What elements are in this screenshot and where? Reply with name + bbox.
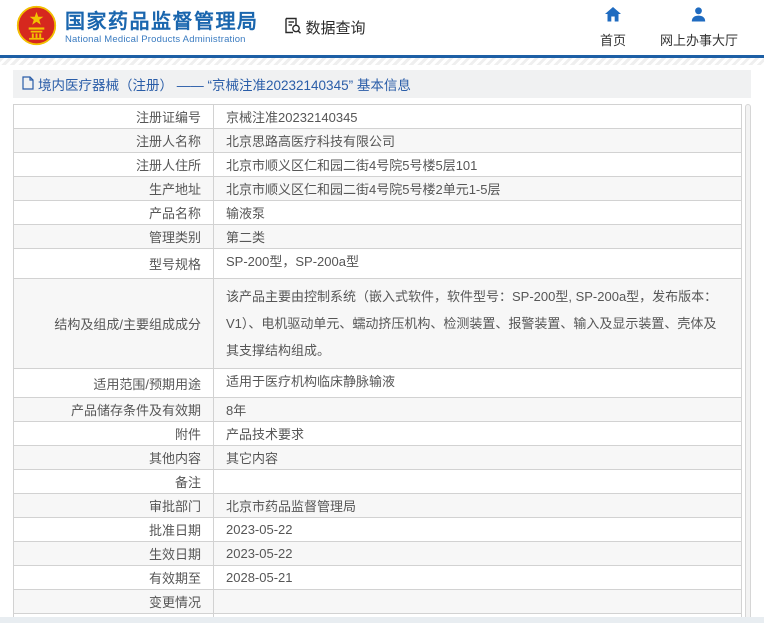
agency-titles: 国家药品监督管理局 National Medical Products Admi… (65, 11, 259, 45)
document-icon (22, 76, 34, 93)
table-row: 其他内容其它内容 (14, 446, 742, 470)
site-header: 国家药品监督管理局 National Medical Products Admi… (0, 0, 764, 58)
header-nav: 首页 网上办事大厅 (600, 7, 752, 49)
table-row: 型号规格SP-200型，SP-200a型 (14, 249, 742, 279)
breadcrumb-text: 境内医疗器械（注册） —— “京械注准20232140345” 基本信息 (38, 74, 411, 94)
table-row: 注详情 (14, 614, 742, 617)
person-icon (691, 7, 706, 27)
field-label: 产品储存条件及有效期 (14, 398, 214, 422)
field-label: 注册人住所 (14, 153, 214, 177)
field-value: 第二类 (214, 225, 742, 249)
detail-table: 注册证编号京械注准20232140345注册人名称北京思路高医疗科技有限公司注册… (13, 104, 742, 617)
table-row: 附件产品技术要求 (14, 422, 742, 446)
field-value (214, 470, 742, 494)
nav-item-home[interactable]: 首页 (600, 7, 626, 49)
field-value: 北京思路高医疗科技有限公司 (214, 129, 742, 153)
field-label: 管理类别 (14, 225, 214, 249)
table-row: 备注 (14, 470, 742, 494)
field-value: 输液泵 (214, 201, 742, 225)
field-label: 结构及组成/主要组成成分 (14, 279, 214, 369)
field-label: 变更情况 (14, 590, 214, 614)
agency-name-cn: 国家药品监督管理局 (65, 11, 259, 34)
doc-search-icon (283, 16, 302, 39)
field-value: 2028-05-21 (214, 566, 742, 590)
table-row: 生效日期2023-05-22 (14, 542, 742, 566)
table-row: 产品名称输液泵 (14, 201, 742, 225)
home-icon (605, 7, 621, 27)
table-row: 注册人名称北京思路高医疗科技有限公司 (14, 129, 742, 153)
table-zone: 注册证编号京械注准20232140345注册人名称北京思路高医疗科技有限公司注册… (13, 104, 751, 617)
header-divider-pattern (0, 58, 764, 65)
scrollbar[interactable] (745, 104, 751, 617)
field-value: 2023-05-22 (214, 542, 742, 566)
page: 国家药品监督管理局 National Medical Products Admi… (0, 0, 764, 617)
field-value: 北京市顺义区仁和园二街4号院5号楼5层101 (214, 153, 742, 177)
field-label: 生产地址 (14, 177, 214, 201)
field-label: 有效期至 (14, 566, 214, 590)
field-value: 详情 (214, 614, 742, 617)
field-label: 附件 (14, 422, 214, 446)
field-value: 2023-05-22 (214, 518, 742, 542)
field-label: 生效日期 (14, 542, 214, 566)
field-label: 备注 (14, 470, 214, 494)
field-value: 其它内容 (214, 446, 742, 470)
field-value: SP-200型，SP-200a型 (214, 249, 742, 279)
field-label: 注册证编号 (14, 105, 214, 129)
table-row: 批准日期2023-05-22 (14, 518, 742, 542)
field-value: 北京市药品监督管理局 (214, 494, 742, 518)
data-query-tab[interactable]: 数据查询 (283, 16, 366, 39)
field-label: 审批部门 (14, 494, 214, 518)
national-emblem-logo (16, 5, 57, 51)
field-value: 产品技术要求 (214, 422, 742, 446)
field-label: 注册人名称 (14, 129, 214, 153)
field-label: 型号规格 (14, 249, 214, 279)
nav-label-online-hall: 网上办事大厅 (660, 30, 738, 49)
detail-table-body: 注册证编号京械注准20232140345注册人名称北京思路高医疗科技有限公司注册… (14, 105, 742, 618)
table-row: 产品储存条件及有效期8年 (14, 398, 742, 422)
table-row: 结构及组成/主要组成成分该产品主要由控制系统（嵌入式软件，软件型号：SP-200… (14, 279, 742, 369)
field-label: 产品名称 (14, 201, 214, 225)
field-label: 批准日期 (14, 518, 214, 542)
table-row: 生产地址北京市顺义区仁和园二街4号院5号楼2单元1-5层 (14, 177, 742, 201)
field-value: 北京市顺义区仁和园二街4号院5号楼2单元1-5层 (214, 177, 742, 201)
table-row: 管理类别第二类 (14, 225, 742, 249)
table-row: 审批部门北京市药品监督管理局 (14, 494, 742, 518)
field-value (214, 590, 742, 614)
field-label: 注 (14, 614, 214, 617)
field-value: 该产品主要由控制系统（嵌入式软件，软件型号：SP-200型, SP-200a型，… (214, 279, 742, 369)
table-row: 适用范围/预期用途适用于医疗机构临床静脉输液 (14, 369, 742, 398)
field-label: 适用范围/预期用途 (14, 369, 214, 398)
field-value: 适用于医疗机构临床静脉输液 (214, 369, 742, 398)
agency-brand[interactable]: 国家药品监督管理局 National Medical Products Admi… (16, 5, 259, 51)
agency-name-en: National Medical Products Administration (65, 34, 259, 45)
table-row: 变更情况 (14, 590, 742, 614)
breadcrumb: 境内医疗器械（注册） —— “京械注准20232140345” 基本信息 (13, 70, 751, 98)
table-row: 有效期至2028-05-21 (14, 566, 742, 590)
nav-label-home: 首页 (600, 30, 626, 49)
table-row: 注册证编号京械注准20232140345 (14, 105, 742, 129)
nav-item-online-hall[interactable]: 网上办事大厅 (660, 7, 738, 49)
data-query-label: 数据查询 (306, 17, 366, 38)
field-value: 京械注准20232140345 (214, 105, 742, 129)
field-value: 8年 (214, 398, 742, 422)
table-row: 注册人住所北京市顺义区仁和园二街4号院5号楼5层101 (14, 153, 742, 177)
field-label: 其他内容 (14, 446, 214, 470)
